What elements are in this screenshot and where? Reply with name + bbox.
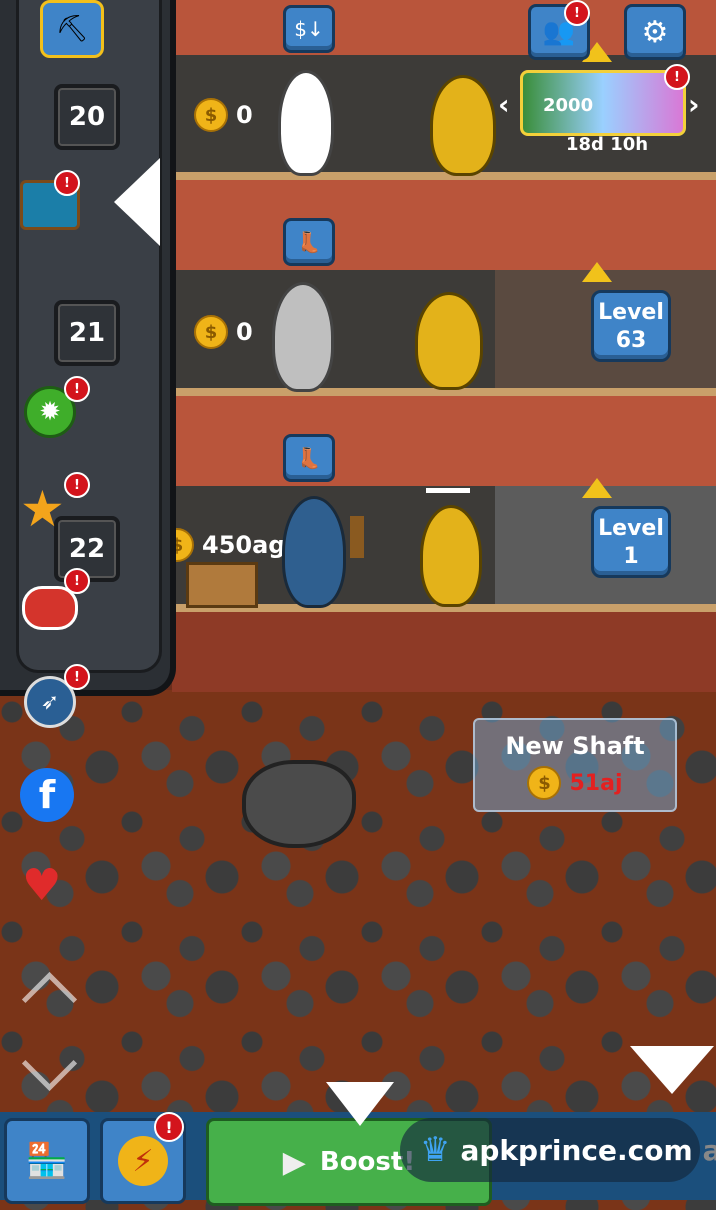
miner-progress-bar (426, 488, 470, 493)
event-alert-badge: ! (664, 64, 690, 90)
shaft-3-deposit-crate[interactable] (186, 562, 258, 608)
chest-alert-badge: ! (54, 170, 80, 196)
shaft-1-miner[interactable] (430, 75, 496, 176)
shaft-2-level-label: Level (598, 300, 664, 325)
pickaxe-icon: ⛏ (55, 14, 89, 44)
shaft-3-money-value: 450ag (202, 531, 286, 559)
settings-button[interactable]: ⚙ (624, 4, 686, 60)
boulder-rock (242, 760, 356, 848)
new-shaft-title: New Shaft (505, 732, 645, 760)
shaft-2-miner[interactable] (415, 292, 483, 390)
facebook-icon[interactable]: f (20, 768, 74, 822)
event-prev-icon[interactable]: ‹ (498, 88, 510, 121)
event-banner[interactable]: 2000 (520, 70, 686, 136)
coin-icon: $ (194, 98, 228, 132)
torch-icon (350, 516, 364, 558)
shaft-1-money: $ 0 (194, 98, 253, 132)
shaft-3-manager[interactable] (282, 496, 346, 608)
event-next-icon[interactable]: › (688, 88, 700, 121)
shaft-1-floor (172, 172, 716, 180)
shaft-2-boost-button[interactable]: 👢 (283, 218, 335, 266)
mine-select-button[interactable]: ⛏ (40, 0, 104, 58)
next-shaft-arrow[interactable] (630, 1046, 714, 1094)
boot-icon: 👢 (296, 446, 322, 470)
new-shaft-panel[interactable]: New Shaft $ 51aj (473, 718, 677, 812)
gear-alert-badge: ! (64, 376, 90, 402)
scroll-down-marker[interactable] (326, 1082, 394, 1126)
shaft-2-level-sign[interactable]: Level 63 (591, 290, 671, 362)
shaft-1-money-value: 0 (236, 101, 253, 129)
shop-button[interactable]: 🏪 (4, 1118, 90, 1204)
sidebar-level-21[interactable]: 21 (54, 300, 120, 366)
boot-icon: 👢 (296, 230, 322, 254)
shaft-3-miner[interactable] (420, 505, 482, 607)
shaft-2-manager[interactable] (272, 282, 334, 392)
shaft-2-level-number: 63 (615, 328, 647, 353)
crown-logo-icon: ♛ (420, 1130, 451, 1170)
shaft-2-money: $ 0 (194, 315, 253, 349)
play-icon: ▶ (282, 1144, 306, 1180)
sidebar-collapse-arrow[interactable] (114, 158, 160, 246)
compass-alert-badge: ! (64, 664, 90, 690)
shaft-3-boost-button[interactable]: 👢 (283, 434, 335, 482)
shaft-2-upgrade-arrow (582, 262, 612, 282)
friends-alert-badge: ! (564, 0, 590, 26)
shaft-3-upgrade-arrow (582, 478, 612, 498)
event-value: 2000 (543, 95, 594, 116)
lightning-alert-badge: ! (154, 1112, 184, 1142)
shaft-3-level-number: 1 (623, 544, 639, 569)
coin-icon: $ (194, 315, 228, 349)
coin-icon: $ (527, 766, 562, 800)
watermark-overlay: ♛ apkprince.com an (400, 1118, 716, 1182)
shop-icon: 🏪 (25, 1141, 69, 1181)
shaft-3-level-sign[interactable]: Level 1 (591, 506, 671, 578)
shaft-3-money: $ 450ag (160, 528, 285, 562)
star-icon[interactable]: ★ (20, 484, 65, 534)
watermark-tag: an (702, 1133, 716, 1167)
sidebar-level-20[interactable]: 20 (54, 84, 120, 150)
settings-icon: ⚙ (641, 14, 669, 50)
event-timer: 18d 10h (566, 134, 649, 155)
shaft-1-manager[interactable] (278, 70, 334, 176)
sushi-icon[interactable] (22, 586, 78, 630)
sort-icon: $↓ (294, 17, 324, 41)
shaft-3-level-label: Level (598, 516, 664, 541)
shaft-2-money-value: 0 (236, 318, 253, 346)
lightning-icon: ⚡ (118, 1136, 168, 1186)
new-shaft-cost: 51aj (569, 770, 623, 796)
star-alert-badge: ! (64, 472, 90, 498)
sort-button[interactable]: $↓ (283, 5, 335, 53)
dirt-band-3 (172, 396, 716, 488)
dirt-band-4 (172, 612, 716, 692)
dirt-band-2 (172, 180, 716, 275)
heart-thumb-icon[interactable]: ♥ (22, 864, 61, 908)
sushi-alert-badge: ! (64, 568, 90, 594)
watermark-site: apkprince.com (460, 1133, 693, 1167)
